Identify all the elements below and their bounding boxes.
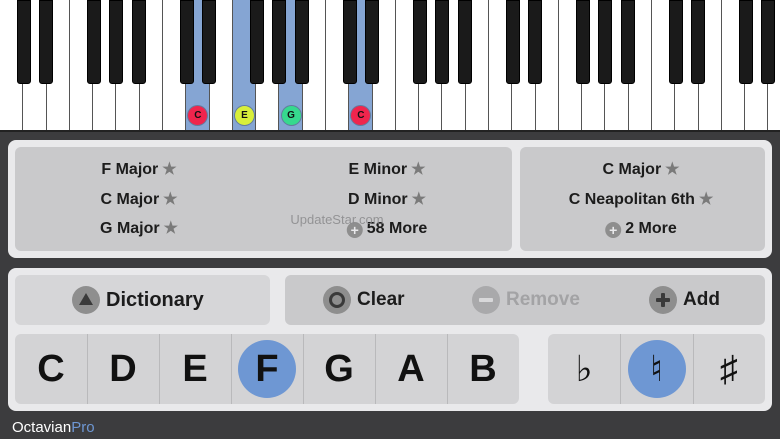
note-button-g[interactable]: G — [304, 334, 374, 404]
note-button-b[interactable]: B — [448, 334, 518, 404]
black-key[interactable] — [294, 0, 309, 84]
natural-button[interactable]: ♮ — [622, 334, 692, 404]
black-key[interactable] — [250, 0, 265, 84]
chord-item[interactable]: C Major ★ — [100, 190, 177, 210]
divider — [375, 334, 376, 404]
add-button[interactable]: Add — [649, 286, 720, 314]
black-key[interactable] — [457, 0, 472, 84]
note-button-f[interactable]: F — [232, 334, 302, 404]
black-key[interactable] — [342, 0, 357, 84]
divider — [447, 334, 448, 404]
sharp-icon: ♯ — [719, 348, 738, 389]
star-icon[interactable]: ★ — [411, 161, 425, 178]
black-key[interactable] — [272, 0, 287, 84]
chord-item[interactable]: C Major ★ — [602, 160, 679, 180]
divider — [692, 334, 694, 404]
black-key[interactable] — [87, 0, 102, 84]
black-key[interactable] — [505, 0, 520, 84]
note-label: D — [109, 347, 137, 390]
black-key[interactable] — [131, 0, 146, 84]
black-key[interactable] — [413, 0, 427, 84]
note-marker: G — [281, 106, 301, 125]
note-button-e[interactable]: E — [160, 334, 230, 404]
star-icon[interactable]: ★ — [412, 191, 426, 208]
note-label: E — [182, 347, 208, 390]
note-button-c[interactable]: C — [16, 334, 86, 404]
more-chords-button[interactable]: +2 More — [605, 219, 677, 239]
divider — [231, 334, 232, 404]
plus-icon: + — [605, 222, 622, 238]
star-icon[interactable]: ★ — [162, 161, 176, 178]
note-label: B — [469, 347, 497, 390]
dictionary-label: Dictionary — [106, 288, 204, 311]
chord-item[interactable]: C Neapolitan 6th ★ — [569, 190, 714, 210]
chord-item[interactable]: G Major ★ — [100, 219, 178, 239]
triangle-up-icon — [72, 286, 100, 314]
black-key[interactable] — [620, 0, 635, 84]
divider — [303, 334, 304, 404]
chord-item[interactable]: D Minor ★ — [348, 190, 426, 210]
black-key[interactable] — [761, 0, 776, 84]
circle-icon — [323, 286, 351, 314]
black-key[interactable] — [690, 0, 705, 84]
star-icon[interactable]: ★ — [699, 191, 713, 208]
divider — [87, 334, 88, 404]
clear-label: Clear — [357, 289, 405, 310]
note-button-d[interactable]: D — [88, 334, 158, 404]
app-title: OctavianPro — [12, 419, 95, 436]
note-label: A — [397, 347, 425, 390]
flat-button[interactable]: ♭ — [549, 334, 619, 404]
plus-icon — [649, 286, 677, 314]
minus-icon — [472, 286, 500, 314]
note-label: F — [255, 347, 279, 390]
add-label: Add — [683, 289, 720, 310]
black-key[interactable] — [17, 0, 31, 84]
black-key[interactable] — [527, 0, 542, 84]
divider — [159, 334, 160, 404]
remove-button[interactable]: Remove — [472, 286, 580, 314]
chord-item[interactable]: E Minor ★ — [348, 160, 425, 180]
black-key[interactable] — [668, 0, 683, 84]
note-marker: E — [234, 106, 254, 125]
natural-icon: ♮ — [650, 348, 663, 389]
divider — [620, 334, 622, 404]
flat-icon: ♭ — [575, 348, 593, 389]
note-label: G — [324, 347, 354, 390]
edit-controls-bar: Clear Remove Add — [285, 275, 765, 325]
chord-card-primary: F Major ★ C Major ★ G Major ★ E Minor ★ D Mi… — [15, 147, 512, 251]
black-key[interactable] — [598, 0, 613, 84]
chord-item[interactable]: F Major ★ — [101, 160, 176, 180]
watermark: UpdateStar.com — [290, 212, 384, 227]
note-button-a[interactable]: A — [376, 334, 446, 404]
star-icon[interactable]: ★ — [163, 191, 177, 208]
chord-card-secondary: C Major ★ C Neapolitan 6th ★ +2 More — [520, 147, 765, 251]
black-key[interactable] — [38, 0, 53, 84]
sharp-button[interactable]: ♯ — [694, 334, 764, 404]
black-key[interactable] — [179, 0, 194, 84]
clear-button[interactable]: Clear — [323, 286, 405, 314]
dictionary-button[interactable]: Dictionary — [15, 275, 270, 325]
remove-label: Remove — [506, 289, 580, 310]
piano-keyboard[interactable]: CEGC — [0, 0, 780, 132]
black-key[interactable] — [435, 0, 450, 84]
black-key[interactable] — [575, 0, 590, 84]
black-key[interactable] — [364, 0, 379, 84]
dictionary-control: Dictionary — [72, 286, 204, 314]
star-icon[interactable]: ★ — [665, 161, 679, 178]
black-key[interactable] — [109, 0, 124, 84]
star-icon[interactable]: ★ — [164, 220, 178, 237]
black-key[interactable] — [738, 0, 753, 84]
note-label: C — [37, 347, 65, 390]
black-key[interactable] — [201, 0, 216, 84]
